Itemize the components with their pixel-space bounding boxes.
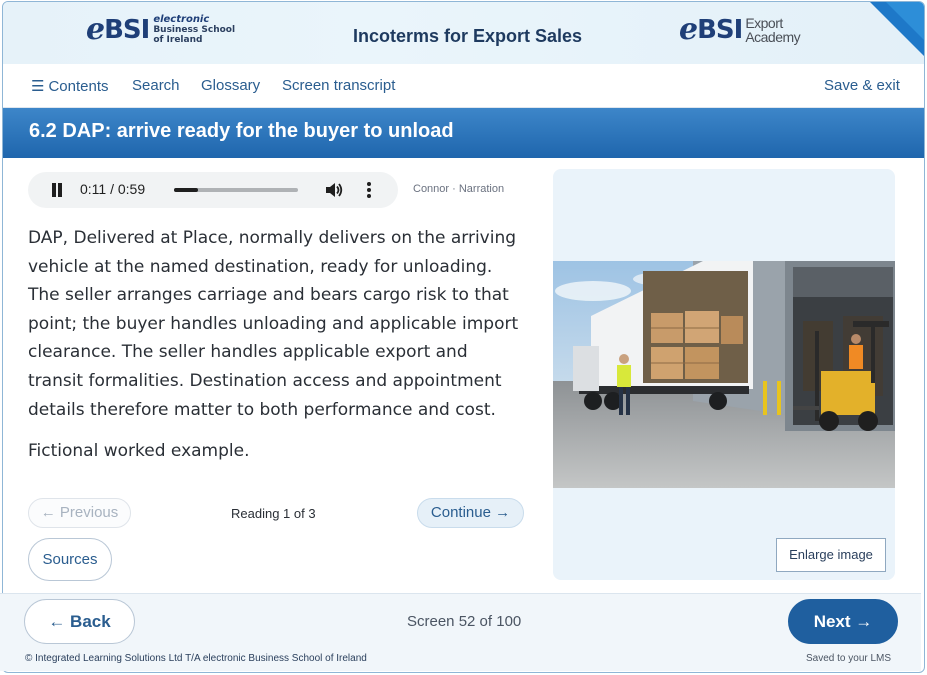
audio-time: 0:11 / 0:59 [80, 181, 146, 197]
delivery-truck-photo [553, 261, 895, 488]
continue-reading-button[interactable]: Continue → [417, 498, 524, 528]
image-panel [553, 169, 895, 580]
corner-decoration-highlight [885, 2, 924, 41]
screen-title-bar: 6.2 DAP: arrive ready for the buyer to u… [3, 108, 924, 158]
back-button[interactable]: ← Back [24, 599, 135, 644]
page-title: 6.2 DAP: arrive ready for the buyer to u… [29, 120, 454, 142]
ebsi-export-academy-logo: e BSI Export Academy [679, 12, 801, 47]
screen-body-text: DAP, Delivered at Place, normally delive… [28, 228, 519, 420]
save-exit-link[interactable]: Save & exit [824, 77, 900, 94]
pause-icon[interactable] [50, 183, 64, 197]
more-options-icon[interactable] [366, 181, 372, 199]
nav-glossary[interactable]: Glossary [201, 77, 260, 94]
previous-reading-button[interactable]: ← Previous [28, 498, 131, 528]
save-status: Saved to your LMS [806, 653, 892, 664]
logo-bsi: BSI [104, 15, 150, 45]
course-header: e BSI electronic Business School of Irel… [3, 2, 924, 64]
example-note: Fictional worked example. [28, 441, 250, 461]
sources-button[interactable]: Sources [28, 538, 112, 581]
next-button[interactable]: Next → [788, 599, 898, 644]
audio-progress-fill [174, 188, 198, 192]
course-nav: ☰ Contents Search Glossary Screen transcr… [3, 64, 924, 111]
nav-search[interactable]: Search [132, 77, 180, 94]
nav-screen-transcript[interactable]: Screen transcript [282, 77, 395, 94]
screen-counter: Screen 52 of 100 [407, 613, 522, 630]
course-title: Incoterms for Export Sales [353, 26, 583, 46]
menu-icon: ☰ [31, 78, 45, 95]
nav-contents[interactable]: ☰ Contents [3, 77, 122, 111]
logo-e: e [679, 12, 698, 47]
copyright-notice: © Integrated Learning Solutions Ltd T/A … [25, 653, 367, 664]
logo-bsi: BSI [697, 15, 743, 45]
enlarge-image-button[interactable]: Enlarge image [776, 538, 886, 572]
reading-status: Reading 1 of 3 [231, 506, 316, 521]
audio-player: 0:11 / 0:59 [28, 172, 398, 208]
logo-academy-name: Export Academy [745, 15, 801, 45]
logo-school-name: electronic Business School of Ireland [153, 14, 236, 46]
volume-icon[interactable] [324, 181, 344, 199]
narration-credit: Connor · Narration [413, 183, 505, 195]
ebsi-school-logo: e BSI electronic Business School of Irel… [86, 12, 236, 47]
logo-e: e [86, 12, 105, 47]
